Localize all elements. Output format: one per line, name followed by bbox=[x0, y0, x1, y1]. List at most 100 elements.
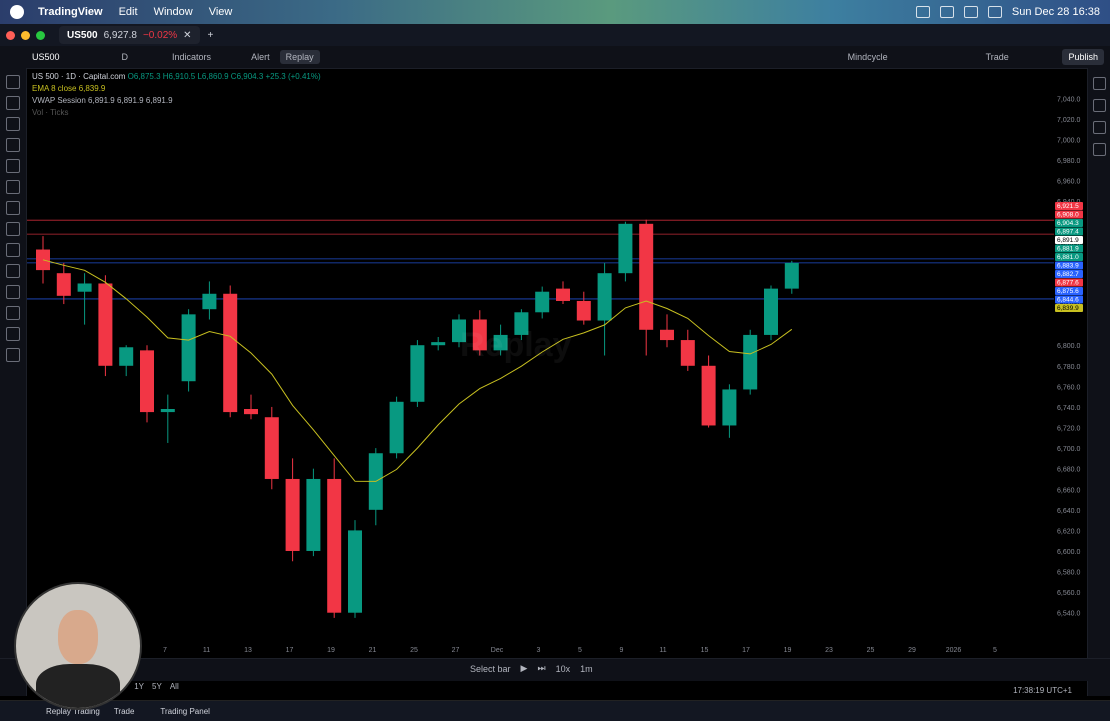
close-icon[interactable]: ✕ bbox=[183, 30, 191, 41]
indicators-button[interactable]: Indicators bbox=[172, 52, 211, 62]
y-tick-label: 7,020.0 bbox=[1057, 117, 1080, 124]
speed-button[interactable]: 10x bbox=[556, 664, 571, 674]
eye-icon[interactable] bbox=[6, 327, 20, 341]
minimize-window-button[interactable] bbox=[21, 30, 30, 40]
period-1y[interactable]: 1Y bbox=[134, 682, 144, 691]
price-label: 6,904.3 bbox=[1057, 220, 1079, 227]
interval-button[interactable]: D bbox=[122, 52, 129, 62]
lock-icon[interactable] bbox=[6, 306, 20, 320]
status-icon[interactable] bbox=[939, 6, 954, 18]
select-bar-button[interactable]: Select bar bbox=[470, 664, 511, 674]
candle-body bbox=[98, 283, 113, 366]
fib-icon[interactable] bbox=[6, 117, 20, 131]
legend-vwap[interactable]: VWAP Session 6,891.9 6,891.9 6,891.9 bbox=[32, 95, 321, 107]
trash-icon[interactable] bbox=[6, 348, 20, 362]
candle-body bbox=[160, 409, 175, 413]
tab-symbol: US500 bbox=[67, 29, 98, 41]
pattern-icon[interactable] bbox=[6, 138, 20, 152]
candle-body bbox=[77, 283, 92, 292]
trade-button[interactable]: Trade bbox=[986, 52, 1009, 62]
y-tick-label: 6,600.0 bbox=[1057, 549, 1080, 556]
legend-ema[interactable]: EMA 8 close 6,839.9 bbox=[32, 83, 321, 95]
status-icon[interactable] bbox=[915, 6, 930, 18]
x-tick-label: 7 bbox=[163, 647, 167, 654]
y-tick-label: 6,680.0 bbox=[1057, 467, 1080, 474]
brush-icon[interactable] bbox=[6, 180, 20, 194]
trendline-icon[interactable] bbox=[6, 96, 20, 110]
legend-symbol[interactable]: US 500 · 1D · Capital.com bbox=[32, 72, 125, 81]
chat-icon[interactable] bbox=[1092, 143, 1106, 156]
candle-body bbox=[556, 288, 570, 301]
ruler-icon[interactable] bbox=[6, 243, 20, 257]
magnet-icon[interactable] bbox=[6, 285, 20, 299]
period-5y[interactable]: 5Y bbox=[152, 682, 162, 691]
replay-button[interactable]: Replay bbox=[279, 50, 320, 64]
chart-tab[interactable]: US500 6,927.8 −0.02% ✕ bbox=[59, 26, 200, 44]
y-tick-label: 6,560.0 bbox=[1057, 590, 1080, 597]
candle-body bbox=[784, 262, 799, 289]
menu-window[interactable]: Window bbox=[154, 6, 193, 18]
battery-icon[interactable] bbox=[963, 6, 978, 18]
close-window-button[interactable] bbox=[6, 30, 15, 40]
period-all[interactable]: All bbox=[170, 682, 179, 691]
y-tick-label: 6,540.0 bbox=[1057, 611, 1080, 618]
candle-body bbox=[680, 340, 695, 366]
menu-view[interactable]: View bbox=[209, 6, 233, 18]
x-tick-label: 3 bbox=[537, 647, 541, 654]
x-tick-label: 2026 bbox=[946, 647, 962, 654]
apple-icon[interactable] bbox=[10, 5, 24, 19]
candle-body bbox=[348, 530, 362, 613]
emoji-icon[interactable] bbox=[6, 222, 20, 236]
candle-body bbox=[764, 288, 778, 335]
interval-button[interactable]: 1m bbox=[580, 664, 593, 674]
layout-name[interactable]: Mindcycle bbox=[848, 52, 888, 62]
timezone-clock[interactable]: 17:38:19 UTC+1 bbox=[1013, 686, 1072, 695]
candle-body bbox=[701, 365, 716, 426]
y-tick-label: 7,040.0 bbox=[1057, 96, 1080, 103]
tab-bar: US500 6,927.8 −0.02% ✕ + bbox=[0, 24, 1110, 47]
projection-icon[interactable] bbox=[6, 159, 20, 173]
x-tick-label: 19 bbox=[327, 647, 335, 654]
cursor-icon[interactable] bbox=[6, 75, 20, 89]
candle-body bbox=[56, 273, 71, 296]
price-label: 6,839.9 bbox=[1057, 305, 1079, 312]
menu-edit[interactable]: Edit bbox=[119, 6, 138, 18]
x-tick-label: 17 bbox=[742, 647, 750, 654]
top-toolbar: US500 D Indicators Alert Replay Mindcycl… bbox=[0, 46, 1110, 69]
tab-change: −0.02% bbox=[142, 29, 178, 41]
text-icon[interactable] bbox=[6, 201, 20, 215]
candle-body bbox=[327, 478, 342, 613]
clock[interactable]: Sun Dec 28 16:38 bbox=[1012, 6, 1100, 18]
candle-body bbox=[535, 291, 550, 313]
wifi-icon[interactable] bbox=[987, 6, 1002, 18]
legend-volume[interactable]: Vol · Ticks bbox=[32, 107, 321, 119]
alert-button[interactable]: Alert bbox=[251, 52, 270, 62]
add-tab-icon[interactable]: + bbox=[208, 30, 214, 41]
symbol-search[interactable]: US500 bbox=[32, 52, 60, 62]
person-shirt bbox=[36, 664, 120, 708]
y-tick-label: 6,660.0 bbox=[1057, 487, 1080, 494]
candle-body bbox=[576, 300, 591, 321]
candle-body bbox=[285, 478, 300, 551]
zoom-window-button[interactable] bbox=[36, 30, 45, 40]
trading-panel-tab[interactable]: Trading Panel bbox=[160, 707, 210, 716]
candle-body bbox=[660, 329, 674, 341]
y-tick-label: 6,980.0 bbox=[1057, 158, 1080, 165]
candle-body bbox=[140, 350, 154, 413]
legend-ohlc: O6,875.3 H6,910.5 L6,860.9 C6,904.3 +25.… bbox=[127, 72, 321, 81]
candle-body bbox=[639, 223, 654, 330]
price-label: 6,844.6 bbox=[1057, 297, 1079, 304]
play-icon[interactable]: ▶ bbox=[521, 663, 528, 674]
watchlist-icon[interactable] bbox=[1092, 77, 1106, 90]
bottom-panel-tabs: Replay Trading Trade Trading Panel bbox=[0, 700, 1110, 721]
candle-body bbox=[119, 347, 134, 366]
alerts-icon[interactable] bbox=[1092, 99, 1106, 112]
publish-button[interactable]: Publish bbox=[1062, 49, 1104, 65]
mac-menubar: TradingView Edit Window View Sun Dec 28 … bbox=[0, 0, 1110, 24]
price-label: 6,883.9 bbox=[1057, 263, 1079, 270]
step-forward-icon[interactable]: ⏭ bbox=[537, 663, 545, 674]
y-tick-label: 6,780.0 bbox=[1057, 364, 1080, 371]
app-menu[interactable]: TradingView bbox=[38, 6, 103, 18]
layers-icon[interactable] bbox=[1092, 121, 1106, 134]
zoom-icon[interactable] bbox=[6, 264, 20, 278]
